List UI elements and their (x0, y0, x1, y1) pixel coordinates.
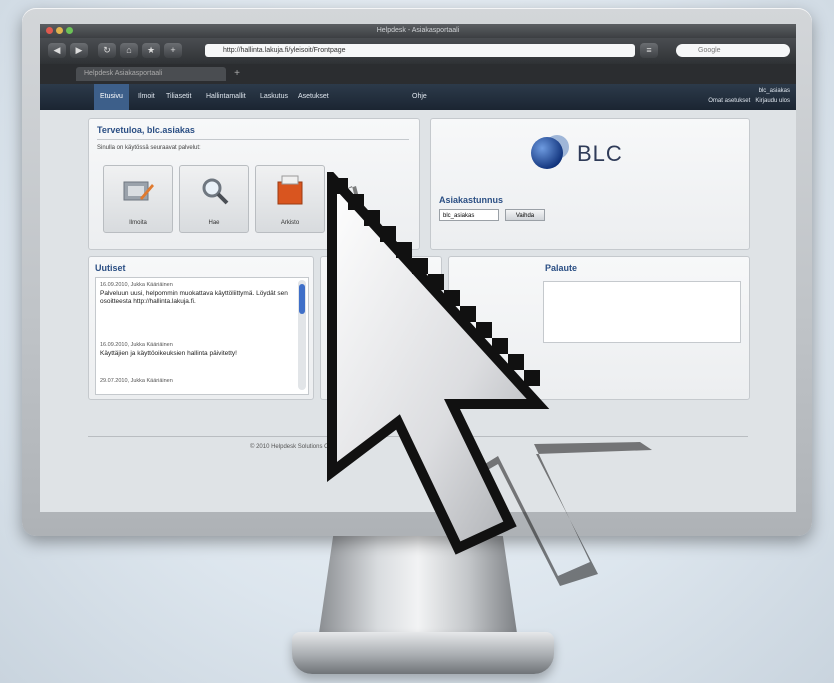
browser-tab[interactable]: Helpdesk Asiakasportaali (76, 67, 226, 81)
nav-item-laskutus[interactable]: Laskutus (254, 84, 294, 110)
blc-logo-icon (531, 135, 569, 169)
tile-search-label: Hae (208, 220, 220, 226)
tab-label: Helpdesk Asiakasportaali (84, 70, 163, 77)
window-titlebar: Helpdesk - Asiakasportaali (40, 24, 796, 38)
window-title: Helpdesk - Asiakasportaali (376, 27, 460, 34)
nav-item-help[interactable]: Ohje (406, 84, 433, 110)
tile-report-label: Ilmoita (129, 220, 147, 226)
user-menu: blc_asiakas Omat asetukset Kirjaudu ulos (708, 86, 790, 106)
archive-icon (277, 175, 303, 205)
news-date: 16.09.2010, Jukka Kääriäinen (100, 342, 173, 348)
tile-search[interactable]: Hae (179, 165, 249, 233)
nav-item-etusivu[interactable]: Etusivu (94, 84, 129, 110)
close-icon[interactable] (46, 27, 53, 34)
news-text: Käyttäjien ja käyttöoikeuksien hallinta … (100, 350, 237, 357)
news-scrollbar[interactable] (298, 280, 306, 390)
mouse-cursor-icon (327, 172, 652, 586)
add-bookmark-button[interactable]: + (164, 43, 182, 58)
home-button[interactable]: ⌂ (120, 43, 138, 58)
reload-button[interactable]: ↻ (98, 43, 116, 58)
search-placeholder: Google (698, 47, 721, 54)
logout-link[interactable]: Kirjaudu ulos (755, 98, 790, 104)
divider (97, 139, 409, 140)
news-text: Palveluun uusi, helpommin muokattava käy… (100, 290, 288, 305)
bookmark-button[interactable]: ★ (142, 43, 160, 58)
rss-button[interactable]: ≡ (640, 43, 658, 58)
news-panel: Uutiset 16.09.2010, Jukka Kääriäinen Pal… (88, 256, 314, 400)
app-navbar: Etusivu Ilmoit Tiliasetit Hallintamallit… (40, 84, 796, 110)
forward-button[interactable]: ▶ (70, 43, 88, 58)
maximize-icon[interactable] (66, 27, 73, 34)
url-field[interactable]: http://hallinta.lakuja.fi/yleisoit/Front… (205, 44, 635, 57)
new-tab-icon[interactable]: + (230, 67, 244, 81)
news-date: 29.07.2010, Jukka Kääriäinen (100, 378, 173, 384)
search-field[interactable]: Google (676, 44, 790, 57)
nav-item-ilmoit[interactable]: Ilmoit (132, 84, 161, 110)
report-icon (123, 181, 154, 201)
minimize-icon[interactable] (56, 27, 63, 34)
account-link[interactable]: Omat asetukset (708, 98, 750, 104)
blc-logo-text: BLC (577, 141, 623, 166)
nav-item-tiliasetit[interactable]: Tiliasetit (160, 84, 197, 110)
back-button[interactable]: ◀ (48, 43, 66, 58)
tile-report[interactable]: Ilmoita (103, 165, 173, 233)
nav-item-asetukset[interactable]: Asetukset (292, 84, 335, 110)
news-title: Uutiset (95, 263, 126, 273)
url-text: http://hallinta.lakuja.fi/yleisoit/Front… (223, 47, 346, 54)
browser-toolbar: ◀ ▶ ↻ ⌂ ★ + http://hallinta.lakuja.fi/yl… (40, 38, 796, 64)
news-date: 16.09.2010, Jukka Kääriäinen (100, 282, 173, 288)
monitor-stand-base (292, 632, 554, 674)
scrollbar-thumb[interactable] (299, 284, 305, 314)
news-list: 16.09.2010, Jukka Kääriäinen Palveluun u… (95, 277, 309, 395)
magnifier-icon (202, 178, 229, 205)
tile-archive[interactable]: Arkisto (255, 165, 325, 233)
welcome-subtitle: Sinulla on käytössä seuraavat palvelut: (97, 145, 201, 151)
user-name: blc_asiakas (758, 88, 790, 94)
tile-archive-label: Arkisto (280, 220, 300, 226)
nav-item-hallintamallit[interactable]: Hallintamallit (200, 84, 252, 110)
tab-bar: Helpdesk Asiakasportaali + (40, 64, 796, 84)
welcome-title: Tervetuloa, blc.asiakas (97, 125, 195, 135)
